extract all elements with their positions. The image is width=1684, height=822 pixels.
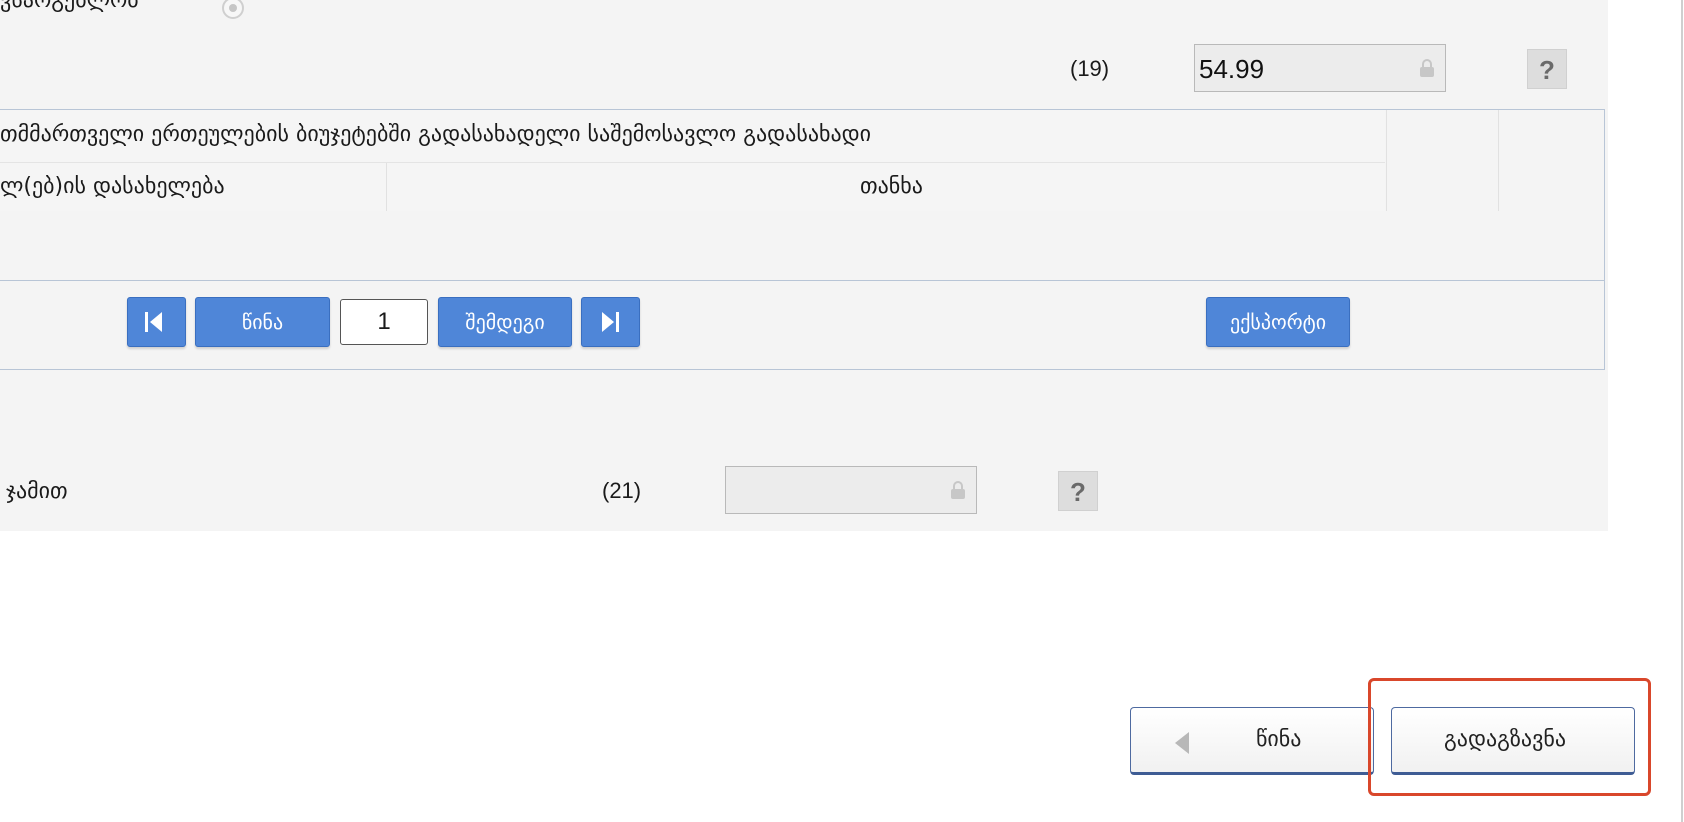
column-header-amount: თანხა (860, 174, 923, 199)
field-21-number: (21) (602, 478, 642, 503)
column-header-name: ლ(ებ)ის დასახელება (0, 174, 225, 199)
field-19-number: (19) (1070, 56, 1110, 81)
grid-footer-separator (0, 280, 1604, 281)
grid-title: თმმართველი ერთეულების ბიუჯეტებში გადასახ… (0, 122, 872, 147)
scrollbar-track (1681, 0, 1683, 822)
grid-header-row: ლ(ებ)ის დასახელება თანხა (0, 163, 1385, 211)
last-page-icon (602, 312, 620, 332)
column-divider (386, 163, 387, 211)
lock-icon (951, 481, 965, 499)
first-page-icon (145, 312, 163, 332)
first-page-button[interactable] (127, 297, 186, 347)
help-icon[interactable]: ? (1058, 471, 1098, 511)
field-19-value: 54.99 (1199, 54, 1265, 84)
back-button[interactable]: წინა (1130, 707, 1374, 775)
field-19-input: 54.99 (1194, 44, 1446, 92)
back-button-label: წინა (1256, 727, 1302, 752)
column-divider (1498, 110, 1499, 211)
total-label: ჯამით (6, 479, 68, 504)
next-page-button[interactable]: შემდეგი (438, 297, 572, 347)
column-divider (1386, 110, 1387, 211)
help-icon[interactable]: ? (1527, 49, 1567, 89)
submit-highlight-box (1368, 678, 1651, 796)
prev-page-button[interactable]: წინა (195, 297, 330, 347)
total-input (725, 466, 977, 514)
last-page-button[interactable] (581, 297, 640, 347)
export-button[interactable]: ექსპორტი (1206, 297, 1350, 347)
page-number-input[interactable]: 1 (340, 299, 428, 345)
lock-icon (1420, 59, 1434, 77)
grid-title-row: თმმართველი ერთეულების ბიუჯეტებში გადასახ… (0, 110, 1385, 163)
option-label: ვსაოგებლობ (0, 0, 139, 13)
back-arrow-icon (1175, 732, 1189, 754)
